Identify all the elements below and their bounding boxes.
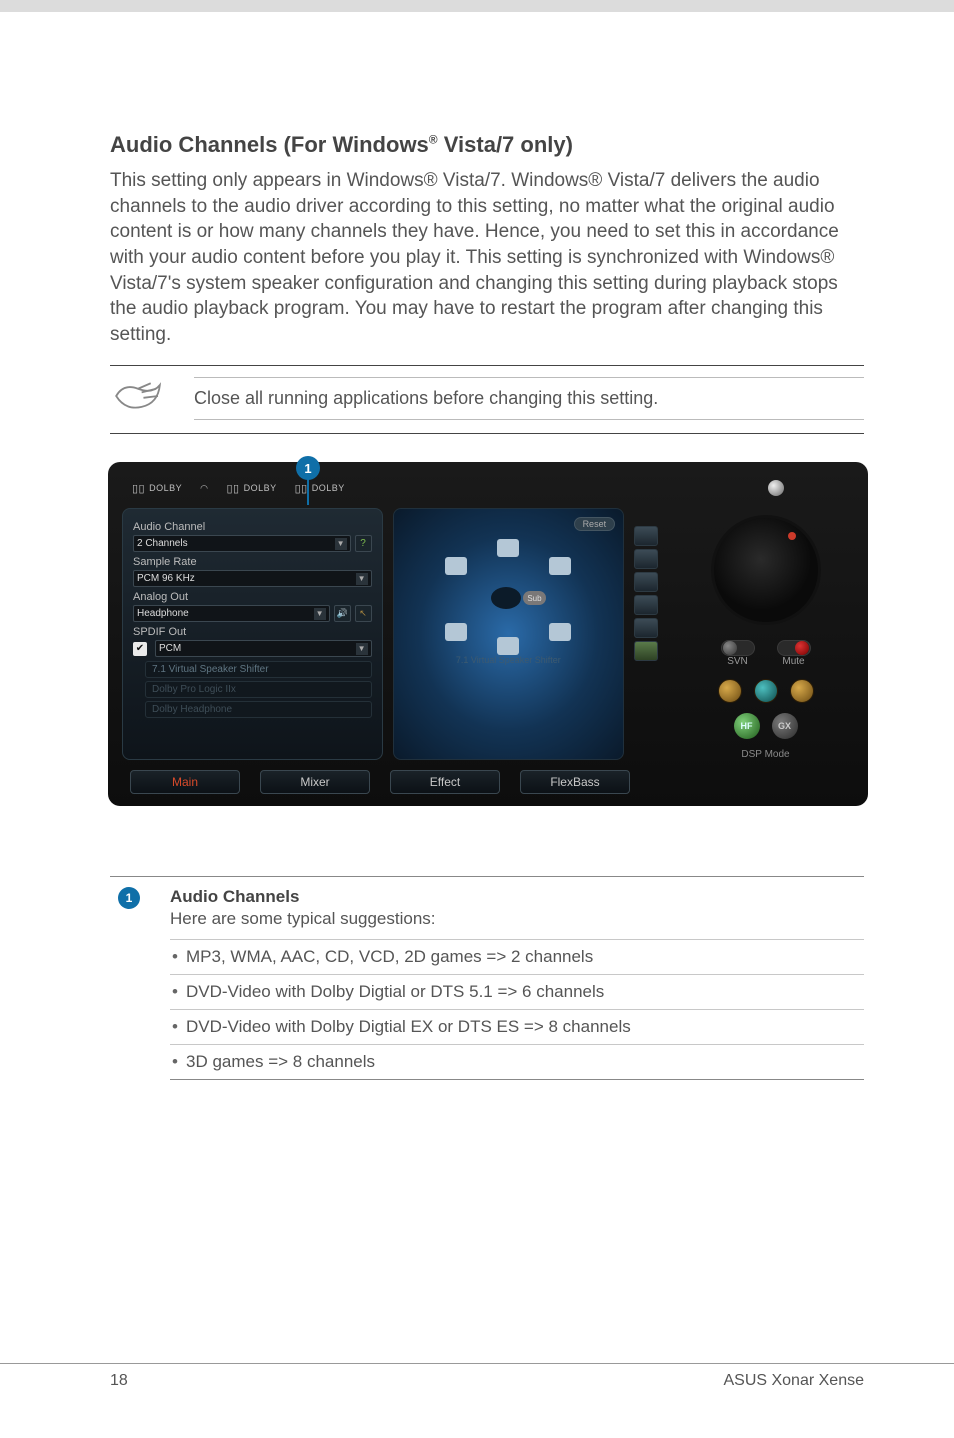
dolby-prologic-option[interactable]: Dolby Pro Logic IIx xyxy=(145,681,372,698)
manual-page: Audio Channels (For Windows® Vista/7 onl… xyxy=(0,0,954,1438)
mode-strip xyxy=(634,508,661,760)
chevron-down-icon: ▼ xyxy=(314,608,326,620)
section-body: This setting only appears in Windows® Vi… xyxy=(110,168,864,347)
collapse-dot-icon[interactable] xyxy=(768,480,784,496)
dolby-logo-3: ▯▯DOLBY xyxy=(295,482,345,495)
analog-out-dropdown[interactable]: Headphone ▼ xyxy=(133,605,330,622)
svn-label: SVN xyxy=(727,656,748,667)
tab-mixer[interactable]: Mixer xyxy=(260,770,370,794)
dsp-mode-label: DSP Mode xyxy=(741,749,789,760)
spdif-checkbox[interactable]: ✔ xyxy=(133,642,147,656)
tab-flexbass[interactable]: FlexBass xyxy=(520,770,630,794)
note-text: Close all running applications before ch… xyxy=(194,377,864,420)
spdif-out-dropdown[interactable]: PCM ▼ xyxy=(155,640,372,657)
heading-prefix: Audio Channels (For Windows xyxy=(110,132,429,157)
strip-btn-4[interactable] xyxy=(634,595,658,615)
screenshot-wrap: 1 ▯▯DOLBY ◠ ▯▯DOLBY ▯▯DOLBY Audio Channe… xyxy=(110,462,864,806)
strip-btn-2[interactable] xyxy=(634,549,658,569)
strip-btn-6[interactable] xyxy=(634,641,658,661)
subwoofer-icon[interactable]: Sub xyxy=(523,591,545,605)
strip-btn-1[interactable] xyxy=(634,526,658,546)
desc-item: DVD-Video with Dolby Digtial or DTS 5.1 … xyxy=(170,974,864,1009)
speaker-front-left-icon[interactable] xyxy=(445,557,467,575)
dolby-logo-1: ▯▯DOLBY xyxy=(132,482,182,495)
desc-item: 3D games => 8 channels xyxy=(170,1044,864,1080)
page-footer: 18 ASUS Xonar Xense xyxy=(0,1363,954,1390)
hand-note-icon xyxy=(110,376,166,421)
settings-inset: Audio Channel 2 Channels ▼ ? Sample Rate… xyxy=(122,508,383,760)
chevron-down-icon: ▼ xyxy=(356,643,368,655)
audio-channel-dropdown[interactable]: 2 Channels ▼ xyxy=(133,535,351,552)
panel-body: Audio Channel 2 Channels ▼ ? Sample Rate… xyxy=(122,508,854,760)
analog-out-value: Headphone xyxy=(137,608,189,619)
section-heading: Audio Channels (For Windows® Vista/7 onl… xyxy=(110,132,864,158)
speaker-rear-center-icon[interactable] xyxy=(497,637,519,655)
tab-main[interactable]: Main xyxy=(130,770,240,794)
preset-orb-1[interactable] xyxy=(718,679,742,703)
gx-mode-button[interactable]: GX xyxy=(772,713,798,739)
svn-switch[interactable]: SVN xyxy=(721,640,755,667)
volume-knob[interactable] xyxy=(711,515,821,625)
dolby-headphone-option[interactable]: Dolby Headphone xyxy=(145,701,372,718)
volume-panel: SVN Mute HF GX xyxy=(671,508,854,760)
audio-channel-label: Audio Channel xyxy=(133,521,372,533)
dolby-logo-2: ▯▯DOLBY xyxy=(226,482,276,495)
mute-label: Mute xyxy=(782,656,804,667)
desc-item: MP3, WMA, AAC, CD, VCD, 2D games => 2 ch… xyxy=(170,939,864,974)
reset-button[interactable]: Reset xyxy=(574,517,616,531)
center-caption: 7.1 Virtual Speaker Shifter xyxy=(456,655,561,665)
heading-reg: ® xyxy=(429,133,438,147)
hf-mode-button[interactable]: HF xyxy=(734,713,760,739)
callout-leader-line xyxy=(307,479,309,505)
preset-orb-2[interactable] xyxy=(754,679,778,703)
chevron-down-icon: ▼ xyxy=(335,538,347,550)
heading-suffix: Vista/7 only) xyxy=(438,132,573,157)
virtual-speaker-option[interactable]: 7.1 Virtual Speaker Shifter xyxy=(145,661,372,678)
audio-channel-value: 2 Channels xyxy=(137,538,188,549)
chevron-down-icon: ▼ xyxy=(356,573,368,585)
sample-rate-label: Sample Rate xyxy=(133,556,372,568)
sample-rate-value: PCM 96 KHz xyxy=(137,573,195,584)
help-button[interactable]: ? xyxy=(355,535,372,552)
speaker-rear-left-icon[interactable] xyxy=(445,623,467,641)
sub-options: 7.1 Virtual Speaker Shifter Dolby Pro Lo… xyxy=(145,661,372,718)
strip-btn-5[interactable] xyxy=(634,618,658,638)
tab-effect[interactable]: Effect xyxy=(390,770,500,794)
volume-knob-wrap xyxy=(696,510,836,630)
speaker-icon[interactable]: 🔊 xyxy=(334,605,351,622)
desc-badge-1: 1 xyxy=(118,887,140,909)
page-number: 18 xyxy=(110,1372,128,1390)
speaker-rear-right-icon[interactable] xyxy=(549,623,571,641)
speaker-layout-panel: Reset Sub 7.1 Virtual Speaker Shifter xyxy=(393,508,625,760)
desc-title: Audio Channels xyxy=(170,887,864,907)
speaker-grid: Sub xyxy=(433,539,583,649)
tool-icon[interactable]: ↖ xyxy=(355,605,372,622)
speaker-center-icon[interactable] xyxy=(497,539,519,557)
description-block: 1 Audio Channels Here are some typical s… xyxy=(110,876,864,1086)
tab-row: Main Mixer Effect FlexBass xyxy=(122,770,854,794)
desc-subtitle: Here are some typical suggestions: xyxy=(170,909,864,929)
strip-btn-3[interactable] xyxy=(634,572,658,592)
audio-control-panel: ▯▯DOLBY ◠ ▯▯DOLBY ▯▯DOLBY Audio Channel … xyxy=(108,462,868,806)
sample-rate-dropdown[interactable]: PCM 96 KHz ▼ xyxy=(133,570,372,587)
desc-list: MP3, WMA, AAC, CD, VCD, 2D games => 2 ch… xyxy=(170,939,864,1080)
desc-item: DVD-Video with Dolby Digtial EX or DTS E… xyxy=(170,1009,864,1044)
preset-orb-3[interactable] xyxy=(790,679,814,703)
spdif-out-value: PCM xyxy=(159,643,181,654)
listener-icon[interactable] xyxy=(491,587,521,609)
speaker-front-right-icon[interactable] xyxy=(549,557,571,575)
dolby-headphone-icon: ◠ xyxy=(200,483,208,494)
footer-product: ASUS Xonar Xense xyxy=(723,1372,864,1390)
mute-switch[interactable]: Mute xyxy=(777,640,811,667)
analog-out-label: Analog Out xyxy=(133,591,372,603)
spdif-out-label: SPDIF Out xyxy=(133,626,372,638)
note-row: Close all running applications before ch… xyxy=(110,365,864,434)
panel-logo-row: ▯▯DOLBY ◠ ▯▯DOLBY ▯▯DOLBY xyxy=(122,476,854,508)
